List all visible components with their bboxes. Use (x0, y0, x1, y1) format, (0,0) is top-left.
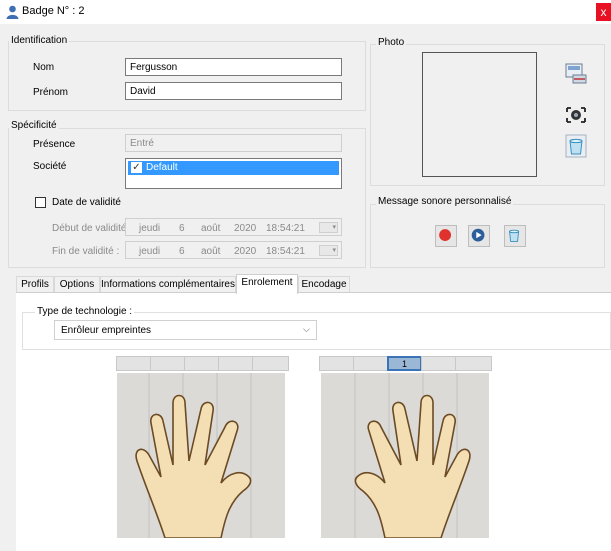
right-finger-4[interactable] (421, 356, 456, 371)
debut-datetime-picker: jeudi 6 août 2020 18:54:21 ▾ (125, 218, 342, 236)
societe-list[interactable]: ✓ Default (125, 158, 342, 189)
technologie-select[interactable]: Enrôleur empreintes ⌵ (54, 320, 317, 340)
identification-group-label: Identification (9, 35, 70, 46)
debut-time: 18:54:21 (266, 223, 305, 234)
webcam-button[interactable] (564, 103, 588, 127)
play-icon (471, 228, 485, 242)
chevron-down-icon: ⌵ (303, 324, 310, 334)
record-button[interactable] (435, 225, 457, 247)
societe-list-item[interactable]: ✓ Default (128, 161, 339, 175)
tab-informations-complementaires[interactable]: Informations complémentaires (100, 276, 236, 292)
left-hand-finger-bar (116, 356, 289, 371)
left-hand-icon (135, 373, 252, 539)
societe-item-label: Default (146, 162, 178, 173)
fin-calendar-dropdown-icon: ▾ (319, 245, 338, 256)
validity-label: Date de validité (52, 197, 121, 208)
debut-day: jeudi (139, 223, 161, 234)
close-button[interactable]: x (596, 3, 611, 21)
debut-year: 2020 (234, 223, 257, 234)
prenom-input[interactable]: David (125, 82, 342, 100)
technologie-select-value: Enrôleur empreintes (61, 325, 152, 336)
fin-month: août (201, 246, 221, 257)
tab-profils[interactable]: Profils (16, 276, 54, 292)
fin-label: Fin de validité : (52, 246, 120, 257)
window-title: Badge N° : 2 (22, 5, 85, 17)
left-finger-3[interactable] (184, 356, 219, 371)
debut-label: Début de validité : (52, 223, 133, 234)
right-hand-icon (354, 373, 471, 539)
user-icon (6, 5, 19, 19)
play-button[interactable] (468, 225, 490, 247)
delete-sound-button[interactable] (504, 225, 526, 247)
presence-field: Entré (125, 134, 342, 152)
recycle-bin-icon (509, 229, 520, 242)
title-bar: Badge N° : 2 x (0, 0, 611, 24)
nom-input[interactable]: Fergusson (125, 58, 342, 76)
debut-date: 6 (179, 223, 185, 234)
technologie-label: Type de technologie : (35, 306, 135, 317)
left-finger-5[interactable] (116, 356, 151, 371)
fin-year: 2020 (234, 246, 257, 257)
finger-selected-label: 1 (401, 359, 407, 369)
left-finger-1[interactable] (252, 356, 289, 371)
recycle-bin-icon (565, 134, 587, 158)
societe-label: Société (33, 161, 67, 172)
webcam-icon (566, 107, 586, 123)
left-finger-2[interactable] (218, 356, 253, 371)
record-icon (439, 229, 451, 241)
nom-label: Nom (33, 62, 55, 73)
photo-group-label: Photo (376, 37, 407, 48)
specificite-group-label: Spécificité (9, 120, 59, 131)
societe-item-checkbox[interactable]: ✓ (131, 162, 142, 173)
left-finger-4[interactable] (150, 356, 185, 371)
right-finger-1[interactable] (319, 356, 354, 371)
right-hand-image (321, 373, 489, 539)
tab-encodage[interactable]: Encodage (298, 276, 350, 292)
scan-photo-button[interactable] (564, 61, 588, 85)
fin-time: 18:54:21 (266, 246, 305, 257)
tab-options[interactable]: Options (54, 276, 100, 292)
message-group-label: Message sonore personnalisé (376, 196, 514, 207)
fin-date: 6 (179, 246, 185, 257)
identification-group (8, 41, 366, 111)
right-hand-finger-bar: 1 (319, 356, 492, 371)
left-hand-image (117, 373, 285, 539)
tab-enrolement[interactable]: Enrolement (236, 274, 298, 294)
scanner-icon (565, 63, 587, 84)
debut-calendar-dropdown-icon: ▾ (319, 222, 338, 233)
prenom-label: Prénom (33, 87, 69, 98)
photo-frame (422, 52, 537, 177)
fin-datetime-picker: jeudi 6 août 2020 18:54:21 ▾ (125, 241, 342, 259)
right-finger-3[interactable]: 1 (387, 356, 422, 371)
delete-photo-button[interactable] (564, 134, 588, 158)
fin-day: jeudi (139, 246, 161, 257)
validity-checkbox[interactable] (35, 197, 46, 208)
right-finger-2[interactable] (353, 356, 388, 371)
debut-month: août (201, 223, 221, 234)
right-finger-5[interactable] (455, 356, 492, 371)
presence-label: Présence (33, 139, 76, 150)
